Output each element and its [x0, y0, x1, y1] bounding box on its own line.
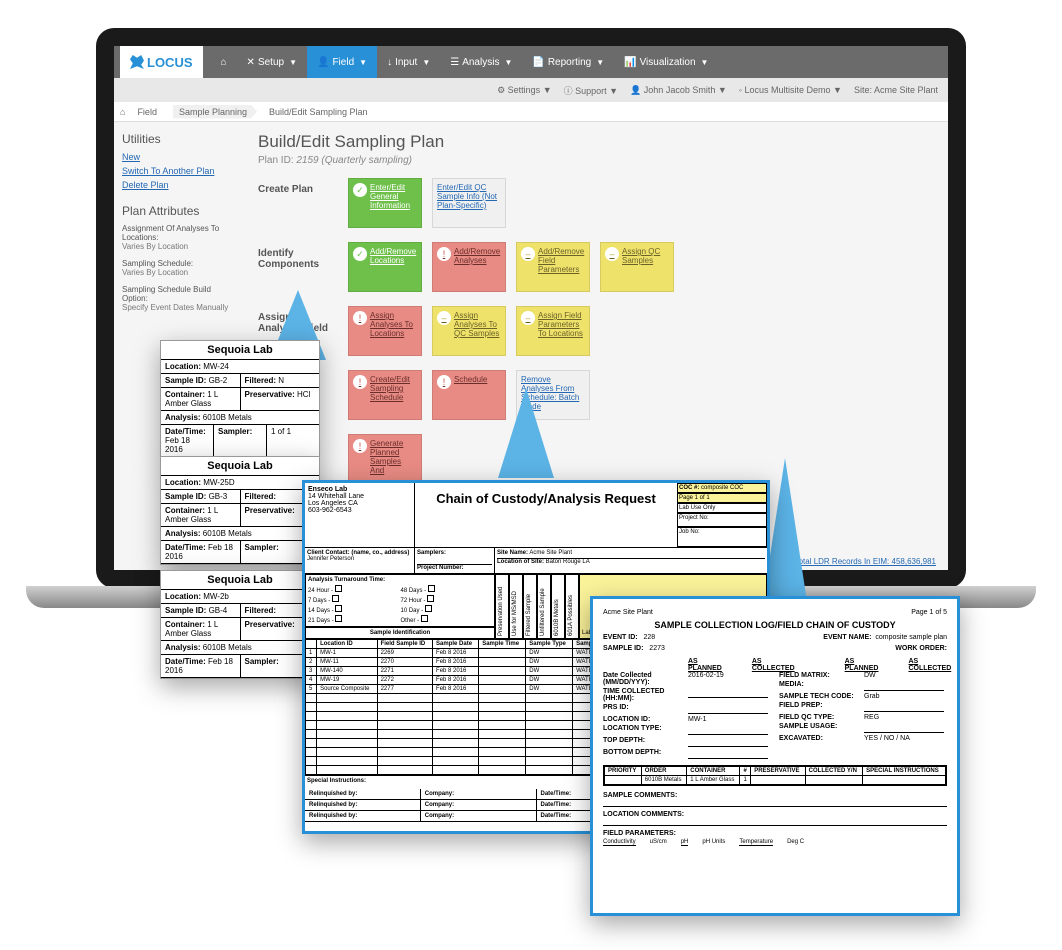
tile-generate-planned-samples-and[interactable]: !Generate Planned Samples And: [348, 434, 422, 484]
tile-enter-edit-qc-sample-info-not-[interactable]: Enter/Edit QC Sample Info (Not Plan-Spec…: [432, 178, 506, 228]
page-title: Build/Edit Sampling Plan: [258, 132, 934, 152]
sequoia-card-1: Sequoia Lab Location: MW-24Sample ID: GB…: [160, 340, 320, 458]
crumb-current: Build/Edit Sampling Plan: [263, 105, 378, 119]
footer-total-link[interactable]: Total LDR Records In EIM: 458,636,981: [795, 557, 936, 566]
nav-home[interactable]: ⌂: [211, 46, 237, 78]
client-menu[interactable]: ◦ Locus Multisite Demo ▼: [739, 85, 842, 95]
breadcrumb: ⌂ Field Sample Planning Build/Edit Sampl…: [114, 102, 948, 122]
tile-assign-qc-samples[interactable]: –Assign QC Samples: [600, 242, 674, 292]
tile-add-remove-field-parameters[interactable]: –Add/Remove Field Parameters: [516, 242, 590, 292]
main-navbar: LOCUS ⌂ ✕ Setup ▼ 👤 Field ▼ ↓ Input ▼ ☰ …: [114, 46, 948, 78]
sequoia-card-2: Sequoia Lab Location: MW-25DSample ID: G…: [160, 456, 320, 565]
sequoia-card-3: Sequoia Lab Location: MW-2bSample ID: GB…: [160, 570, 320, 679]
user-menu[interactable]: 👤 John Jacob Smith ▼: [630, 85, 727, 96]
nav-field[interactable]: 👤 Field ▼: [307, 46, 377, 78]
tile-schedule[interactable]: !Schedule: [432, 370, 506, 420]
tile-assign-analyses-to-locations[interactable]: !Assign Analyses To Locations: [348, 306, 422, 356]
utilities-header: Utilities: [122, 132, 236, 146]
tile-add-remove-analyses[interactable]: !Add/Remove Analyses: [432, 242, 506, 292]
settings-menu[interactable]: ⚙ Settings ▼: [497, 85, 552, 96]
tile-create-edit-sampling-schedule[interactable]: !Create/Edit Sampling Schedule: [348, 370, 422, 420]
nav-analysis[interactable]: ☰ Analysis ▼: [440, 46, 522, 78]
crumb-home-icon[interactable]: ⌂: [120, 107, 125, 117]
tile-assign-field-parameters-to-loc[interactable]: –Assign Field Parameters To Locations: [516, 306, 590, 356]
sample-collection-log: Acme Site Plant Page 1 of 5 SAMPLE COLLE…: [590, 596, 960, 916]
link-delete-plan[interactable]: Delete Plan: [122, 180, 236, 190]
nav-visualization[interactable]: 📊 Visualization ▼: [614, 46, 718, 78]
plan-id: Plan ID: 2159 (Quarterly sampling): [258, 155, 934, 166]
tile-assign-analyses-to-qc-samples[interactable]: –Assign Analyses To QC Samples: [432, 306, 506, 356]
support-menu[interactable]: ⓘ Support ▼: [564, 84, 618, 97]
nav-reporting[interactable]: 📄 Reporting ▼: [522, 46, 614, 78]
tile-add-remove-locations[interactable]: ✓Add/Remove Locations: [348, 242, 422, 292]
link-new[interactable]: New: [122, 152, 236, 162]
sub-navbar: ⚙ Settings ▼ ⓘ Support ▼ 👤 John Jacob Sm…: [114, 78, 948, 102]
logo: LOCUS: [120, 46, 203, 78]
nav-input[interactable]: ↓ Input ▼: [377, 46, 440, 78]
link-switch-plan[interactable]: Switch To Another Plan: [122, 166, 236, 176]
nav-setup[interactable]: ✕ Setup ▼: [237, 46, 307, 78]
crumb-sample-planning[interactable]: Sample Planning: [173, 105, 257, 119]
tile-enter-edit-general-information[interactable]: ✓Enter/Edit General Information: [348, 178, 422, 228]
site-label: Site: Acme Site Plant: [854, 85, 938, 95]
crumb-field[interactable]: Field: [131, 105, 167, 119]
plan-attributes-header: Plan Attributes: [122, 204, 236, 218]
